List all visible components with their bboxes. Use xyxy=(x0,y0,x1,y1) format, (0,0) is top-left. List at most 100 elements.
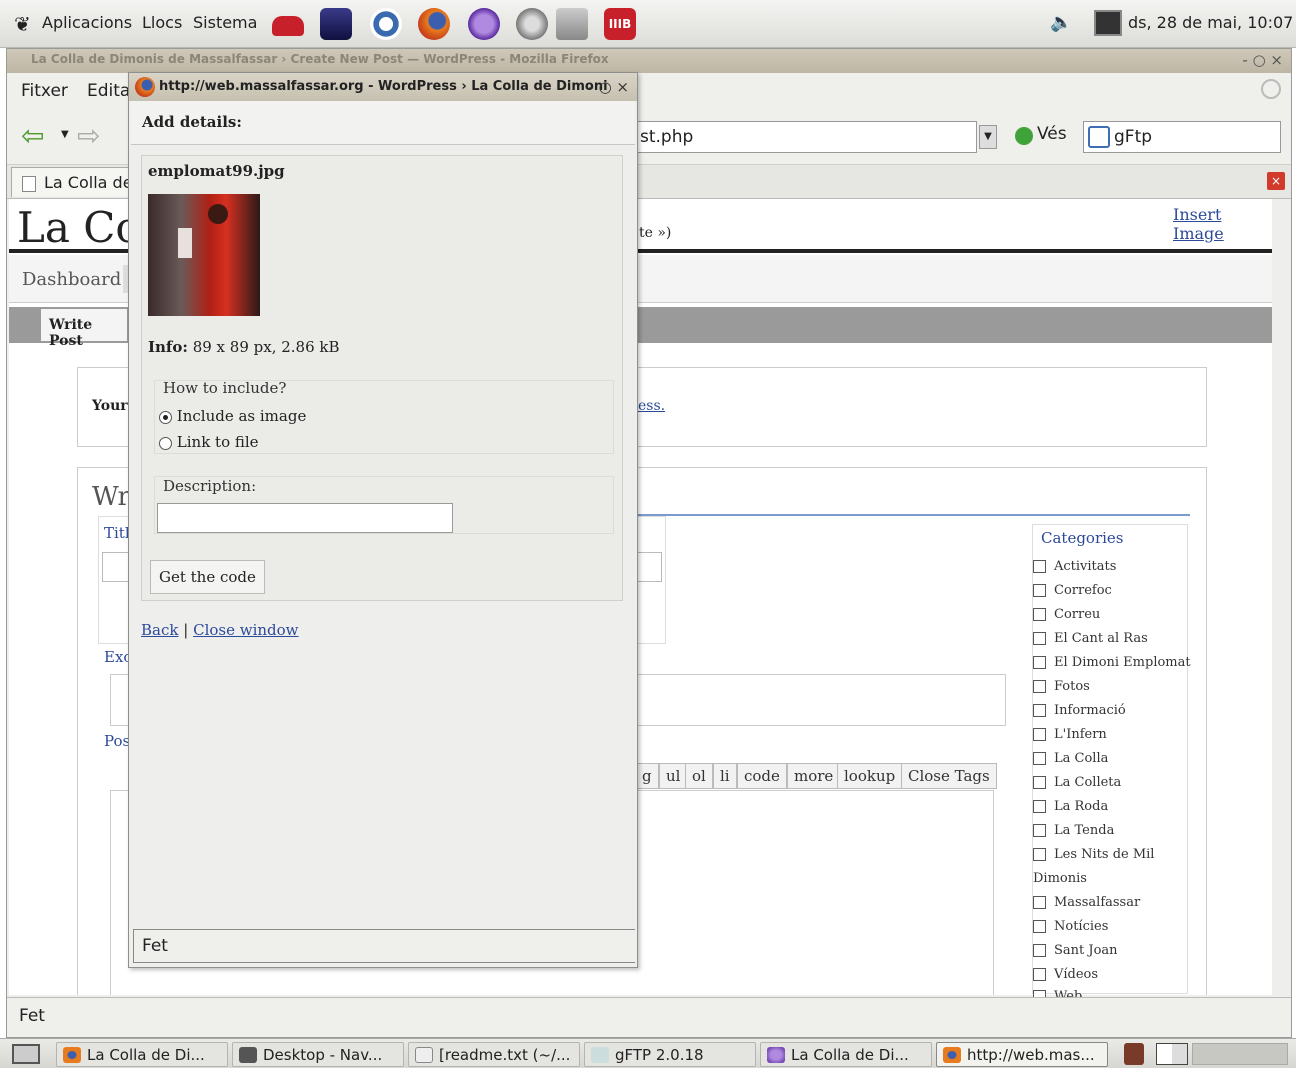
back-link[interactable]: Back xyxy=(141,621,178,639)
mib-icon[interactable]: IIIB xyxy=(604,8,636,40)
view-site-link[interactable]: te ») xyxy=(639,225,671,241)
category-checkbox[interactable] xyxy=(1033,848,1046,861)
category-checkbox[interactable] xyxy=(1033,776,1046,789)
category-checkbox[interactable] xyxy=(1033,704,1046,717)
category-item[interactable]: Les Nits de Mil xyxy=(1033,847,1154,862)
task-button[interactable]: gFTP 2.0.18 xyxy=(584,1042,756,1067)
insert-image-link[interactable]: Insert Image xyxy=(1173,205,1272,243)
notice-text: Your xyxy=(92,398,128,414)
image-thumbnail[interactable] xyxy=(148,194,260,316)
category-item[interactable]: Fotos xyxy=(1033,679,1090,694)
firefox-icon[interactable] xyxy=(418,8,450,40)
category-checkbox[interactable] xyxy=(1033,752,1046,765)
gnome-foot-icon[interactable]: ❦ xyxy=(14,12,31,36)
category-checkbox[interactable] xyxy=(1033,968,1046,981)
task-button-active[interactable]: http://web.mas... xyxy=(936,1042,1108,1067)
menu-system[interactable]: Sistema xyxy=(193,13,257,32)
search-engine-icon[interactable] xyxy=(1088,126,1110,148)
category-checkbox[interactable] xyxy=(1033,656,1046,669)
category-item[interactable]: El Cant al Ras xyxy=(1033,631,1148,646)
back-dropdown-icon[interactable]: ▼ xyxy=(61,129,69,140)
category-checkbox[interactable] xyxy=(1033,944,1046,957)
category-checkbox[interactable] xyxy=(1033,608,1046,621)
qt-close-tags-button[interactable]: Close Tags xyxy=(901,763,997,789)
menu-places[interactable]: Llocs xyxy=(142,13,182,32)
qt-ul-button[interactable]: ul xyxy=(659,763,688,789)
task-button[interactable]: Desktop - Nav... xyxy=(232,1042,404,1067)
category-item[interactable]: La Colleta xyxy=(1033,775,1121,790)
close-window-link[interactable]: Close window xyxy=(193,621,298,639)
category-item[interactable]: Activitats xyxy=(1033,559,1116,574)
category-item[interactable]: L'Infern xyxy=(1033,727,1107,742)
qt-more-button[interactable]: more xyxy=(787,763,841,789)
nvu-icon[interactable] xyxy=(468,8,500,40)
radio-include-image[interactable] xyxy=(159,410,172,424)
terminal-icon[interactable] xyxy=(320,8,352,40)
category-item[interactable]: La Roda xyxy=(1033,799,1108,814)
gftp-icon[interactable] xyxy=(516,8,548,40)
gftp-icon xyxy=(591,1047,609,1063)
task-button[interactable]: [readme.txt (~/... xyxy=(408,1042,580,1067)
category-checkbox[interactable] xyxy=(1033,824,1046,837)
qt-li-button[interactable]: li xyxy=(713,763,737,789)
category-checkbox[interactable] xyxy=(1033,584,1046,597)
category-checkbox[interactable] xyxy=(1033,560,1046,573)
category-checkbox[interactable] xyxy=(1033,680,1046,693)
qt-lookup-button[interactable]: lookup xyxy=(837,763,903,789)
subnav-write-post[interactable]: Write Post xyxy=(41,309,127,349)
category-item[interactable]: Massalfassar xyxy=(1033,895,1140,910)
category-item[interactable]: Correu xyxy=(1033,607,1100,622)
forward-arrow-icon[interactable]: ⇨ xyxy=(77,119,100,152)
notice-link[interactable]: ess. xyxy=(638,398,665,414)
qt-code-button[interactable]: code xyxy=(737,763,787,789)
workspace-icon[interactable] xyxy=(1094,10,1122,36)
workspace-switcher-extra[interactable] xyxy=(1192,1043,1288,1065)
write-heading: Wr xyxy=(92,482,130,512)
category-item[interactable]: Vídeos xyxy=(1033,967,1098,982)
include-image-option[interactable]: Include as image xyxy=(159,407,306,425)
qt-ol-button[interactable]: ol xyxy=(685,763,713,789)
qt-fragment-button[interactable]: g xyxy=(635,763,659,789)
menu-file[interactable]: Fitxer xyxy=(21,81,68,101)
go-icon[interactable] xyxy=(1015,127,1033,145)
task-button[interactable]: La Colla de Di... xyxy=(760,1042,932,1067)
nav-dashboard[interactable]: Dashboard xyxy=(22,269,121,290)
search-icon[interactable] xyxy=(556,8,588,40)
category-checkbox[interactable] xyxy=(1033,632,1046,645)
thumbnail-head xyxy=(208,204,228,224)
category-checkbox[interactable] xyxy=(1033,920,1046,933)
help-icon[interactable] xyxy=(370,8,402,40)
trash-icon[interactable] xyxy=(1124,1043,1144,1065)
clock[interactable]: ds, 28 de mai, 10:07 xyxy=(1128,13,1293,32)
go-button[interactable]: Vés xyxy=(1037,124,1067,144)
category-item[interactable]: La Tenda xyxy=(1033,823,1114,838)
phone-icon[interactable] xyxy=(272,16,304,36)
category-item[interactable]: Correfoc xyxy=(1033,583,1112,598)
close-tab-icon[interactable]: × xyxy=(1267,172,1285,190)
back-arrow-icon[interactable]: ⇦ xyxy=(21,119,44,152)
category-item[interactable]: Informació xyxy=(1033,703,1126,718)
menu-edit[interactable]: Edita xyxy=(87,81,130,101)
link-file-option[interactable]: Link to file xyxy=(159,433,259,451)
get-code-button[interactable]: Get the code xyxy=(150,560,265,594)
page-icon xyxy=(22,176,36,192)
menu-applications[interactable]: Aplicacions xyxy=(42,13,132,32)
category-item[interactable]: Notícies xyxy=(1033,919,1108,934)
category-checkbox[interactable] xyxy=(1033,800,1046,813)
category-item[interactable]: El Dimoni Emplomat xyxy=(1033,655,1191,670)
volume-icon[interactable]: 🔈 xyxy=(1050,12,1072,33)
search-box[interactable]: gFtp xyxy=(1083,121,1281,153)
category-item[interactable]: Sant Joan xyxy=(1033,943,1118,958)
url-dropdown-icon[interactable]: ▼ xyxy=(979,125,997,149)
show-desktop-icon[interactable] xyxy=(12,1044,40,1064)
workspace-switcher[interactable] xyxy=(1156,1043,1188,1065)
task-button[interactable]: La Colla de Di... xyxy=(56,1042,228,1067)
category-checkbox[interactable] xyxy=(1033,896,1046,909)
category-item[interactable]: La Colla xyxy=(1033,751,1108,766)
url-bar[interactable]: st.php xyxy=(637,121,977,153)
radio-link-file[interactable] xyxy=(159,436,172,450)
description-input[interactable] xyxy=(157,503,453,533)
category-checkbox[interactable] xyxy=(1033,728,1046,741)
window-controls[interactable]: - ○ × xyxy=(1242,51,1283,69)
popup-window-controls[interactable]: - ○ × xyxy=(588,78,629,96)
